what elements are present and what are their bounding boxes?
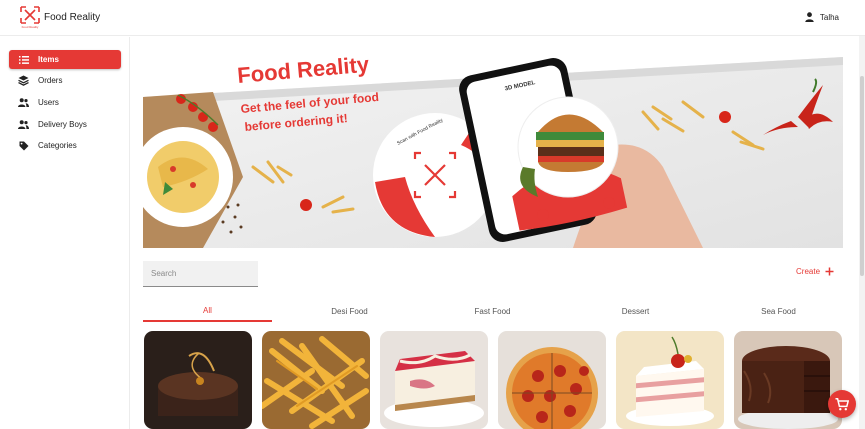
plus-icon: [825, 267, 834, 276]
scrollbar-thumb[interactable]: [860, 76, 864, 276]
promo-banner: Food Reality Get the feel of your food b…: [133, 52, 843, 248]
logo-caption: Food Reality: [22, 25, 39, 29]
food-reality-logo[interactable]: Food Reality: [19, 5, 41, 29]
app-title: Food Reality: [44, 12, 101, 23]
tab-all[interactable]: All: [143, 300, 272, 322]
food-card-french-fries[interactable]: [262, 331, 370, 429]
create-label: Create: [796, 267, 821, 276]
user-icon: [805, 12, 814, 22]
sidebar: Items Orders Users Delivery Boys Categor…: [0, 37, 130, 429]
tab-desi-food[interactable]: Desi Food: [285, 300, 414, 322]
sidebar-item-users[interactable]: Users: [9, 93, 121, 112]
food-card-strawberry-shortcake[interactable]: [616, 331, 724, 429]
sidebar-item-orders[interactable]: Orders: [9, 71, 121, 90]
sidebar-item-label: Items: [38, 55, 59, 64]
tab-dessert[interactable]: Dessert: [571, 300, 700, 322]
user-name: Talha: [819, 12, 839, 22]
food-card-chocolate-mousse-cake[interactable]: [144, 331, 252, 429]
users-icon: [18, 97, 29, 108]
tab-sea-food[interactable]: Sea Food: [714, 300, 843, 322]
sidebar-item-label: Delivery Boys: [38, 120, 87, 129]
sidebar-item-items[interactable]: Items: [9, 50, 121, 69]
tag-icon: [18, 140, 29, 151]
create-button[interactable]: Create: [796, 267, 834, 276]
top-bar: Food Reality Food Reality Talha: [0, 0, 865, 36]
sidebar-item-label: Categories: [38, 141, 77, 150]
user-menu[interactable]: Talha: [805, 12, 839, 22]
sidebar-item-label: Users: [38, 98, 59, 107]
users-icon: [18, 119, 29, 130]
food-card-pepperoni-pizza[interactable]: [498, 331, 606, 429]
cart-icon: [835, 397, 849, 410]
food-card-chocolate-cake[interactable]: [734, 331, 842, 429]
category-tabs: All Desi Food Fast Food Dessert Sea Food: [143, 300, 843, 322]
list-icon: [18, 54, 29, 65]
search-input[interactable]: [143, 261, 258, 287]
tab-fast-food[interactable]: Fast Food: [428, 300, 557, 322]
sidebar-item-delivery-boys[interactable]: Delivery Boys: [9, 115, 121, 134]
sidebar-item-categories[interactable]: Categories: [9, 136, 121, 155]
layers-icon: [18, 75, 29, 86]
page-scrollbar[interactable]: [859, 36, 865, 429]
banner-headline: Food Reality: [236, 57, 370, 88]
cart-fab-button[interactable]: [828, 390, 856, 418]
sidebar-item-label: Orders: [38, 76, 63, 85]
food-card-cherry-cheesecake[interactable]: [380, 331, 488, 429]
